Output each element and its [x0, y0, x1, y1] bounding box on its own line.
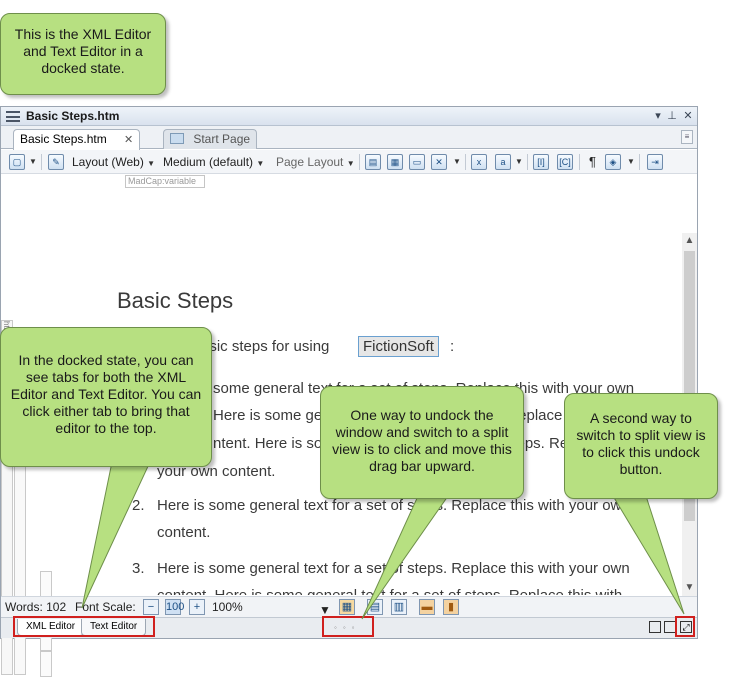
- callout-docked-tabs: In the docked state, you can see tabs fo…: [0, 327, 212, 467]
- callout-drag-bar: One way to undock the window and switch …: [320, 386, 524, 499]
- callout-tails: [81, 461, 685, 620]
- structure-bar-list[interactable]: [40, 651, 52, 677]
- tail-undock: [612, 495, 685, 615]
- tail-docked-tabs: [81, 461, 151, 609]
- callout-undock-button: A second way to switch to split view is …: [564, 393, 718, 499]
- tail-drag-bar: [361, 495, 449, 620]
